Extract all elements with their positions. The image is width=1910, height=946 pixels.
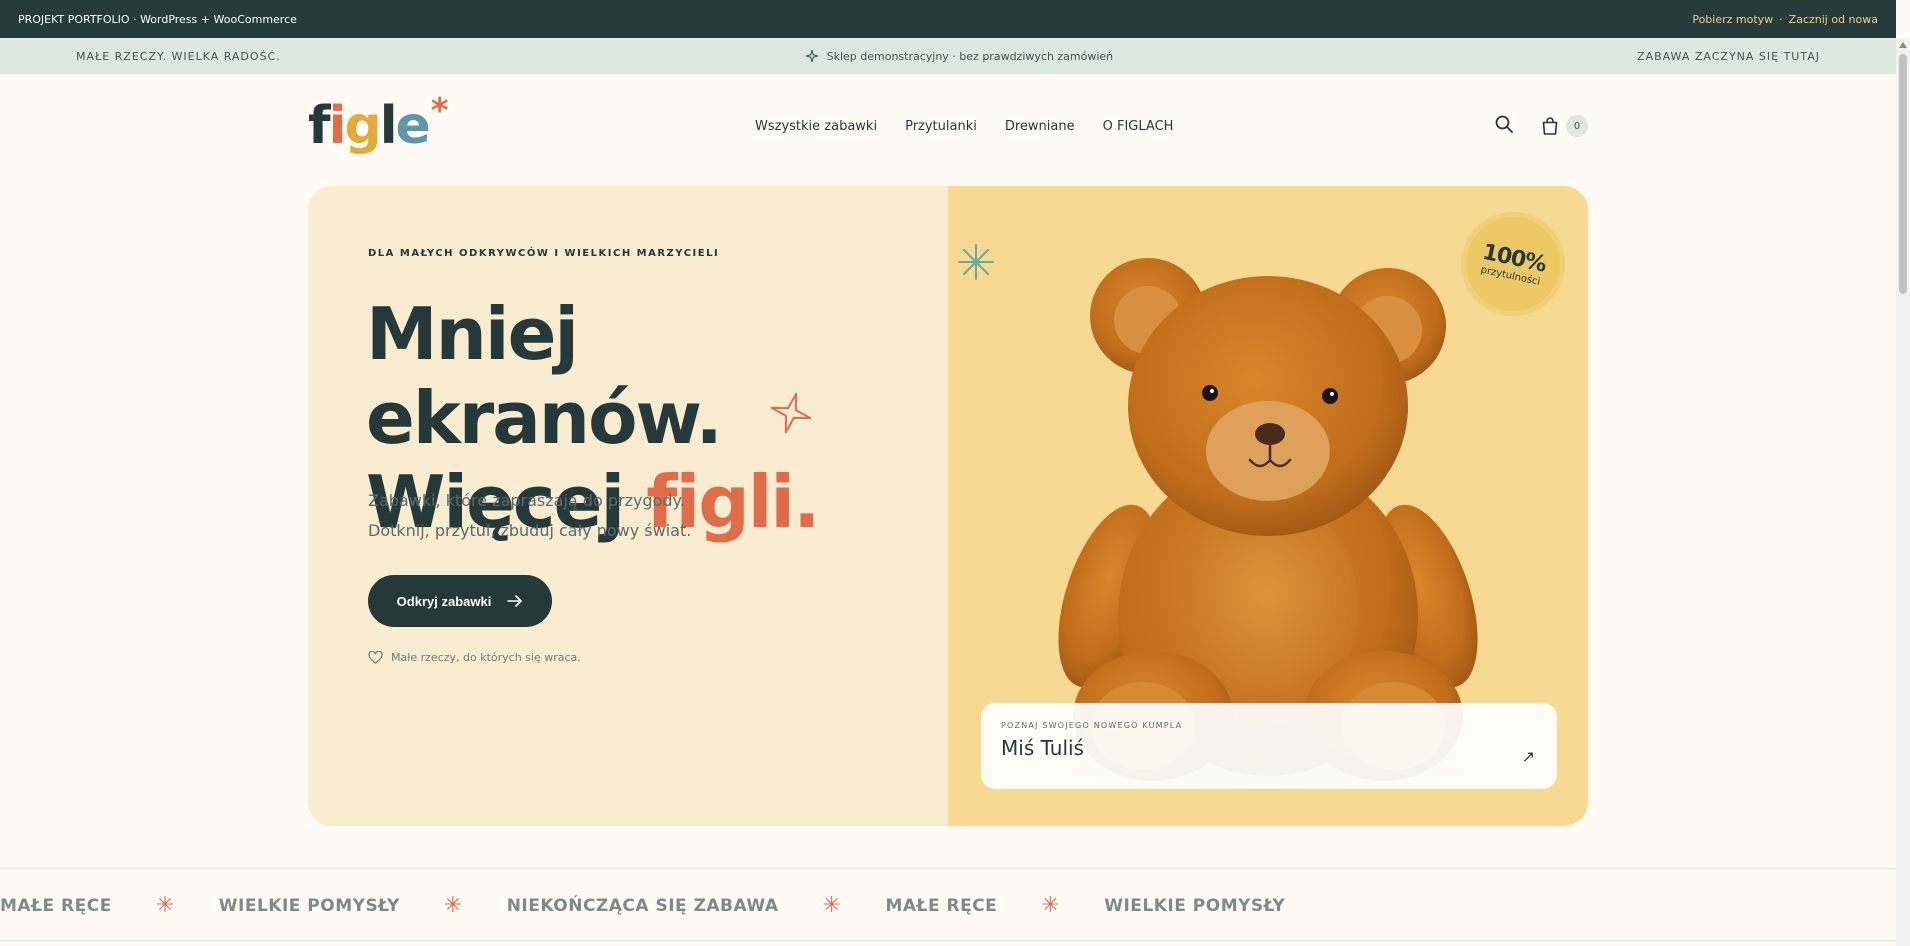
cta-label: Odkryj zabawki <box>396 593 492 609</box>
admin-topbar: PROJEKT PORTFOLIO · WordPress + WooComme… <box>0 0 1896 38</box>
topbar-separator: · <box>1779 12 1783 26</box>
search-icon[interactable] <box>1494 114 1514 138</box>
cart-button[interactable]: 0 <box>1540 115 1588 137</box>
hero-image-panel: 100% przytulności POZNAJ SWOJEGO NOWEGO … <box>948 186 1588 826</box>
marquee-item: MAŁE RĘCE <box>0 895 112 916</box>
featured-product-card[interactable]: POZNAJ SWOJEGO NOWEGO KUMPLA Miś Tuliś ↗ <box>981 703 1557 789</box>
logo-letter-i: i <box>328 96 347 156</box>
asterisk-icon <box>958 244 994 280</box>
headline-line-1: Mniej ekranów. <box>366 292 723 460</box>
hero-text-panel: DLA MAŁYCH ODKRYWCÓW I WIELKICH MARZYCIE… <box>308 186 948 826</box>
scrollbar-thumb[interactable] <box>1899 54 1907 294</box>
logo-letter-g: g <box>344 96 381 156</box>
header-actions: 0 <box>1494 114 1588 138</box>
asterisk-icon: ✳ <box>443 893 463 918</box>
announcement-bar: MAŁE RZECZY. WIELKA RADOŚĆ. Sklep demons… <box>0 38 1896 74</box>
logo-letter-f: f <box>308 96 331 156</box>
page-scrollbar[interactable] <box>1896 38 1910 946</box>
arrow-right-icon <box>507 595 523 607</box>
announce-center: Sklep demonstracyjny · bez prawdziwych z… <box>805 49 1114 63</box>
marquee-item: MAŁE RĘCE <box>885 895 998 916</box>
discover-toys-button[interactable]: Odkryj zabawki <box>368 575 552 627</box>
bottom-divider <box>0 940 1896 941</box>
hero-subtitle-line-2: Dotknij, przytul, zbuduj cały nowy świat… <box>368 521 692 540</box>
sparkle-icon <box>805 49 818 63</box>
demo-store-notice: Sklep demonstracyjny · bez prawdziwych z… <box>826 49 1114 63</box>
nav-plush[interactable]: Przytulanki <box>905 119 977 134</box>
download-theme-link[interactable]: Pobierz motyw <box>1692 13 1773 26</box>
marquee-item: NIEKOŃCZĄCA SIĘ ZABAWA <box>506 895 779 916</box>
logo-letter-l: l <box>379 96 398 156</box>
hero-subtitle: Zabawki, które zapraszają do przygody. D… <box>368 486 691 546</box>
shopping-bag-icon <box>1542 117 1558 135</box>
marquee-item: WIELKIE POMYSŁY <box>218 895 400 916</box>
main-nav: Wszystkie zabawki Przytulanki Drewniane … <box>755 119 1173 134</box>
portfolio-label: PROJEKT PORTFOLIO · WordPress + WooComme… <box>18 12 297 26</box>
logo-star-icon: * <box>430 91 449 131</box>
nav-about[interactable]: O FIGLACH <box>1103 119 1174 134</box>
start-over-link[interactable]: Zacznij od nowa <box>1789 13 1878 26</box>
card-kicker: POZNAJ SWOJEGO NOWEGO KUMPLA <box>1001 721 1183 730</box>
asterisk-icon: ✳ <box>155 893 175 918</box>
asterisk-icon: ✳ <box>1041 893 1061 918</box>
announce-left: MAŁE RZECZY. WIELKA RADOŚĆ. <box>76 49 281 63</box>
hero-eyebrow: DLA MAŁYCH ODKRYWCÓW I WIELKICH MARZYCIE… <box>368 248 720 259</box>
heart-icon <box>368 651 383 664</box>
hero-note-text: Małe rzeczy, do których się wraca. <box>391 651 581 664</box>
hero-section: DLA MAŁYCH ODKRYWCÓW I WIELKICH MARZYCIE… <box>308 186 1588 826</box>
logo-letter-e: e <box>395 96 431 156</box>
card-product-name: Miś Tuliś <box>1001 736 1084 760</box>
asterisk-icon: ✳ <box>822 893 842 918</box>
cart-count-badge: 0 <box>1566 115 1588 137</box>
arrow-up-right-icon[interactable]: ↗ <box>1522 747 1535 766</box>
four-point-star-icon <box>770 392 812 434</box>
site-header: f i g l e * Wszystkie zabawki Przytulanki Dre… <box>308 94 1588 156</box>
hero-subtitle-line-1: Zabawki, które zapraszają do przygody. <box>368 491 685 510</box>
nav-all-toys[interactable]: Wszystkie zabawki <box>755 119 877 134</box>
hero-note: Małe rzeczy, do których się wraca. <box>368 651 581 664</box>
figle-logo[interactable]: f i g l e * <box>308 94 449 156</box>
topbar-links: Pobierz motyw · Zacznij od nowa <box>1692 13 1878 26</box>
marquee-strip: MAŁE RĘCE ✳ WIELKIE POMYSŁY ✳ NIEKOŃCZĄC… <box>0 868 1896 942</box>
scroll-up-arrow[interactable] <box>1899 42 1907 48</box>
announce-right: ZABAWA ZACZYNA SIĘ TUTAJ <box>1637 49 1820 63</box>
marquee-item: WIELKIE POMYSŁY <box>1104 895 1286 916</box>
nav-wooden[interactable]: Drewniane <box>1005 119 1075 134</box>
